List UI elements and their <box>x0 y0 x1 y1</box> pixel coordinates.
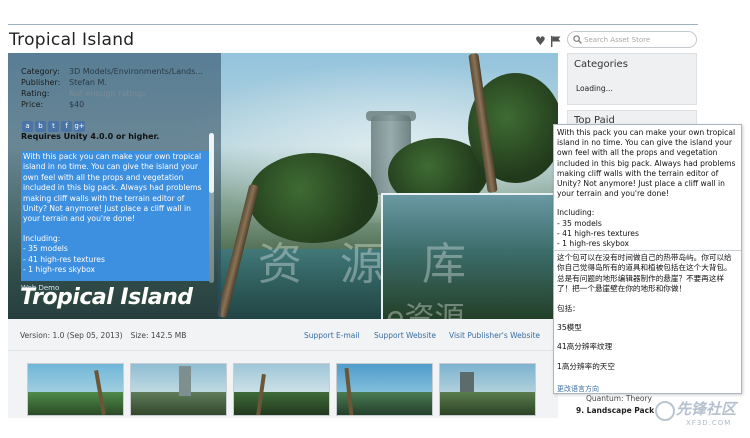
product-logo-text: Tropical Island <box>20 285 193 310</box>
description-scrollbar[interactable] <box>209 133 214 283</box>
search-box[interactable] <box>567 31 697 48</box>
publisher-label: Publisher: <box>21 78 61 87</box>
rating-label: Rating: <box>21 89 50 98</box>
search-icon <box>573 35 582 44</box>
share-icon-1[interactable]: a <box>22 121 33 132</box>
popup-zh-item: 1高分辨率的天空 <box>557 361 615 371</box>
including-item: - 35 models <box>23 244 68 254</box>
screenshot-strip <box>8 351 558 418</box>
screenshot-thumbnail-3[interactable] <box>233 363 330 416</box>
categories-panel: Categories Loading... <box>567 53 697 105</box>
popup-en-description: With this pack you can make your own tro… <box>557 128 736 199</box>
version-info: Version: 1.0 (Sep 05, 2013) Size: 142.5 M… <box>20 331 186 340</box>
version-text: Version: 1.0 (Sep 05, 2013) <box>20 331 123 340</box>
category-link[interactable]: 3D Models/Environments/Lands... <box>69 67 203 76</box>
search-input[interactable] <box>584 33 694 46</box>
google-plus-icon[interactable]: g+ <box>74 121 85 132</box>
description-selection: With this pack you can make your own tro… <box>21 151 209 281</box>
top-paid-item[interactable]: 9. Landscape Pack <box>576 406 654 415</box>
publisher-link[interactable]: Stefan M. <box>69 78 107 87</box>
including-label: Including: <box>23 233 61 243</box>
watermark-logo-icon <box>655 401 675 421</box>
categories-loading: Loading... <box>576 84 613 93</box>
popup-zh-item: 35模型 <box>557 323 582 333</box>
change-language-link[interactable]: 更改语言方向 <box>557 384 599 393</box>
popup-translated-text: 这个包可以在没有时间做自己的热带岛屿。你可以给你自己觉得岛所有的道具和植被包括在… <box>557 253 739 372</box>
size-text: Size: 142.5 MB <box>130 331 187 340</box>
corner-watermark-url: XF3D.COM <box>686 419 732 427</box>
heart-icon[interactable]: ♥ <box>535 35 547 47</box>
popup-source-text: With this pack you can make your own tro… <box>557 128 739 249</box>
hero-watermark-small: e资源 <box>386 301 465 319</box>
popup-en-item: - 1 high-res skybox <box>557 239 629 249</box>
top-paid-item[interactable]: Quantum: Theory <box>586 394 652 403</box>
categories-heading[interactable]: Categories <box>574 59 628 70</box>
scrollbar-thumb[interactable] <box>209 133 214 193</box>
popup-en-including-label: Including: <box>557 208 595 218</box>
hero-watermark: 资 源 库 <box>258 239 478 290</box>
popup-divider <box>554 250 741 251</box>
flag-icon[interactable] <box>550 35 562 47</box>
popup-zh-item: 41高分辨率纹理 <box>557 342 613 352</box>
requirement-note: Requires Unity 4.0.0 or higher. <box>21 132 160 141</box>
screenshot-thumbnail-5[interactable] <box>439 363 536 416</box>
publisher-row: Publisher: Stefan M. <box>21 78 107 87</box>
rating-value: Not enough ratings <box>69 89 147 98</box>
description-text: With this pack you can make your own tro… <box>23 152 202 224</box>
rating-row: Rating: Not enough ratings <box>21 89 146 98</box>
product-info-panel: Category: 3D Models/Environments/Lands...… <box>8 53 221 319</box>
share-icon-2[interactable]: b <box>35 121 46 132</box>
social-share-icons: a b t f g+ <box>22 113 87 132</box>
screenshot-thumbnail-4[interactable] <box>336 363 433 416</box>
support-website-link[interactable]: Support Website <box>374 331 436 340</box>
screenshot-thumbnail-1[interactable] <box>27 363 124 416</box>
popup-en-item: - 41 high-res textures <box>557 228 639 238</box>
facebook-icon[interactable]: f <box>61 121 72 132</box>
publisher-website-link[interactable]: Visit Publisher's Website <box>449 331 540 340</box>
corner-watermark: 先锋社区 <box>676 400 737 418</box>
price-row: Price: $40 <box>21 100 84 109</box>
version-bar: Version: 1.0 (Sep 05, 2013) Size: 142.5 M… <box>8 319 558 351</box>
popup-zh-including-label: 包括： <box>557 303 580 313</box>
support-email-link[interactable]: Support E-mail <box>304 331 360 340</box>
translation-popup: With this pack you can make your own tro… <box>553 124 742 394</box>
top-divider <box>8 24 698 25</box>
twitter-icon[interactable]: t <box>48 121 59 132</box>
screenshot-thumbnail-2[interactable] <box>130 363 227 416</box>
popup-zh-description: 这个包可以在没有时间做自己的热带岛屿。你可以给你自己觉得岛所有的道具和植被包括在… <box>557 253 732 294</box>
product-hero-image[interactable]: 资 源 库 e资源 Category: 3D Models/Environment… <box>8 53 558 319</box>
price-label: Price: <box>21 100 44 109</box>
category-label: Category: <box>21 67 60 76</box>
page-title: Tropical Island <box>9 30 135 50</box>
price-value: $40 <box>69 100 85 109</box>
including-item: - 41 high-res textures <box>23 254 105 264</box>
category-row: Category: 3D Models/Environments/Lands... <box>21 67 203 76</box>
popup-en-item: - 35 models <box>557 218 602 228</box>
including-item: - 1 high-res skybox <box>23 265 95 275</box>
